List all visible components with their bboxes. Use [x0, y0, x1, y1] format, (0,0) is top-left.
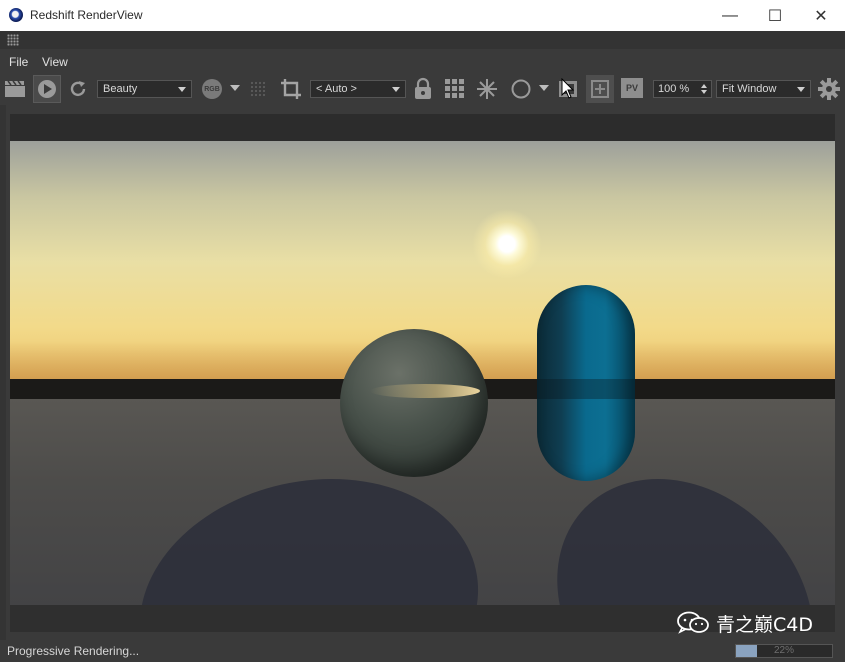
refresh-icon[interactable] — [68, 79, 88, 99]
pv-icon[interactable]: PV — [621, 78, 643, 98]
render-progress-bar: 22% — [735, 644, 833, 658]
render-button[interactable] — [33, 75, 61, 103]
menu-bar: File View — [0, 49, 845, 73]
wechat-icon — [677, 611, 709, 634]
fit-dropdown-value: Fit Window — [722, 83, 777, 95]
play-icon — [38, 80, 56, 98]
mouse-cursor — [561, 78, 575, 99]
watermark: 青之巅C4D — [676, 611, 813, 636]
maximize-button[interactable]: ☐ — [752, 0, 798, 31]
circle-icon[interactable] — [510, 78, 532, 100]
toolbar: Beauty RGB < Auto > PV 100 % Fit Window — [0, 73, 845, 105]
fit-dropdown[interactable]: Fit Window — [716, 80, 811, 98]
render-sun — [472, 209, 542, 279]
rgb-chevron-down-icon[interactable] — [230, 85, 240, 91]
maximize-icon: ☐ — [767, 7, 783, 25]
grid-icon[interactable] — [444, 78, 466, 100]
left-panel-edge — [0, 105, 6, 640]
render-image[interactable] — [10, 141, 835, 605]
app-icon — [9, 8, 23, 22]
dotted-grid-icon[interactable] — [250, 81, 266, 97]
pv-label: PV — [625, 83, 638, 93]
circle-chevron-down-icon[interactable] — [539, 85, 549, 91]
status-bar: Progressive Rendering... 22% — [0, 640, 845, 662]
region-dropdown-value: < Auto > — [316, 83, 357, 95]
close-icon: ✕ — [814, 7, 828, 25]
progress-label: 22% — [773, 645, 794, 656]
watermark-text: 青之巅C4D — [716, 613, 813, 636]
close-button[interactable]: ✕ — [798, 0, 844, 31]
chevron-down-icon — [178, 87, 186, 92]
menu-view[interactable]: View — [42, 55, 68, 69]
menu-file[interactable]: File — [9, 55, 28, 69]
status-text: Progressive Rendering... — [7, 644, 140, 658]
chevron-down-icon — [392, 87, 400, 92]
region-dropdown[interactable]: < Auto > — [310, 80, 406, 98]
minimize-icon: — — [722, 6, 738, 24]
aov-dropdown-value: Beauty — [103, 83, 138, 95]
rgb-label: RGB — [204, 85, 220, 93]
drag-grip-strip[interactable] — [0, 31, 845, 49]
stepper-up-icon[interactable] — [701, 84, 707, 88]
zoom-stepper[interactable]: 100 % — [653, 80, 712, 98]
gear-icon[interactable] — [818, 78, 840, 100]
snowflake-icon[interactable] — [476, 78, 498, 100]
chevron-down-icon — [797, 87, 805, 92]
stepper-down-icon[interactable] — [701, 90, 707, 94]
add-snapshot-button[interactable] — [586, 75, 614, 103]
lock-icon[interactable] — [413, 77, 433, 101]
render-sphere — [340, 329, 488, 477]
add-snapshot-icon — [591, 80, 609, 98]
title-bar: Redshift RenderView — ☐ ✕ — [0, 0, 845, 31]
aov-dropdown[interactable]: Beauty — [97, 80, 192, 98]
sphere-reflection — [370, 384, 480, 398]
grip-handle-icon[interactable] — [7, 34, 19, 46]
clapperboard-icon[interactable] — [4, 79, 26, 99]
zoom-value: 100 % — [658, 83, 690, 95]
rgb-channel-icon[interactable]: RGB — [202, 79, 222, 99]
minimize-button[interactable]: — — [707, 0, 753, 31]
capsule-reflection — [537, 379, 635, 399]
window-title: Redshift RenderView — [30, 8, 143, 22]
crop-icon[interactable] — [279, 77, 303, 101]
